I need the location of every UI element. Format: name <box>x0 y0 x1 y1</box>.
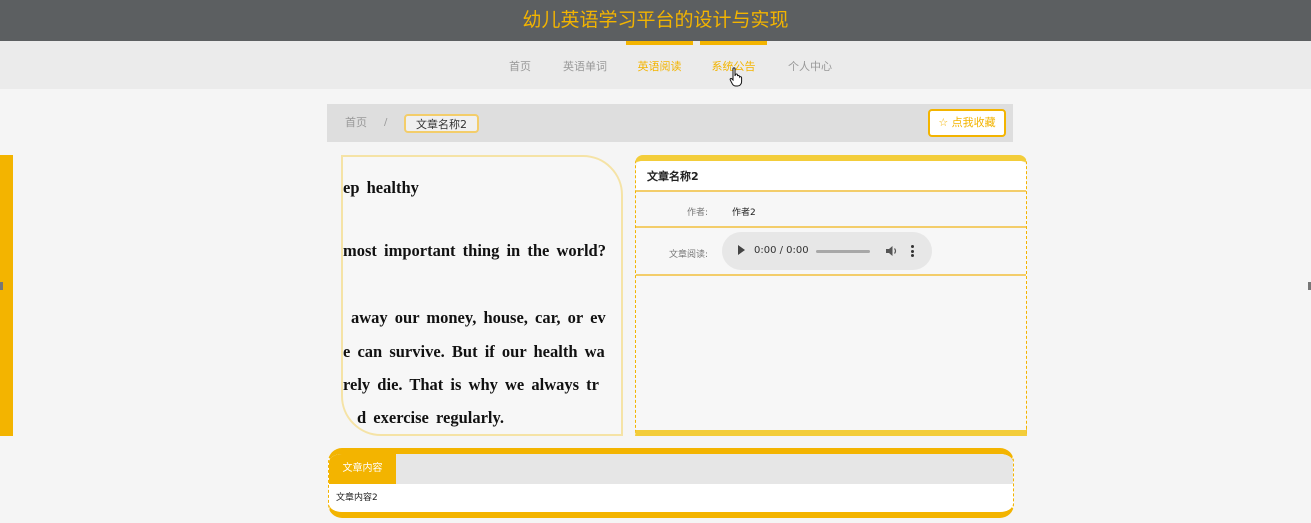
more-options-icon[interactable] <box>911 245 914 257</box>
image-text-line: e can survive. But if our health wa <box>343 342 605 361</box>
nav-item-home[interactable]: 首页 <box>500 41 540 89</box>
breadcrumb-home-link[interactable]: 首页 <box>345 104 367 142</box>
audio-time: 0:00 / 0:00 <box>754 245 809 256</box>
nav-item-profile[interactable]: 个人中心 <box>780 41 840 89</box>
breadcrumb-current: 文章名称2 <box>404 114 479 133</box>
tab-article-content[interactable]: 文章内容 <box>329 454 396 484</box>
nav-item-label: 英语阅读 <box>637 60 682 73</box>
nav-item-label: 首页 <box>509 60 531 73</box>
active-indicator <box>700 41 767 45</box>
main-nav: 首页 英语单词 英语阅读 系统公告 个人中心 <box>0 41 1311 89</box>
breadcrumb-separator: / <box>384 117 388 128</box>
image-text-line: d exercise regularly. <box>357 408 504 427</box>
author-label: 作者: <box>686 208 708 218</box>
breadcrumb: 首页 / 文章名称2 ☆ 点我收藏 <box>327 104 1013 142</box>
article-info-panel: 文章名称2 作者: 作者2 文章阅读: 0:00 / 0:00 <box>635 155 1027 436</box>
nav-item-label: 英语单词 <box>563 60 607 73</box>
play-icon[interactable] <box>738 245 745 255</box>
audio-player[interactable]: 0:00 / 0:00 <box>722 232 932 270</box>
left-accent-strip <box>0 155 13 436</box>
article-image: ep healthy most important thing in the w… <box>341 155 623 436</box>
nav-item-words[interactable]: 英语单词 <box>555 41 615 89</box>
audio-label: 文章阅读: <box>668 250 708 260</box>
site-title: 幼儿英语学习平台的设计与实现 <box>522 9 789 31</box>
author-value: 作者2 <box>732 208 756 218</box>
left-edge-marker <box>0 282 3 290</box>
article-content-section: 文章内容 文章内容2 <box>328 448 1014 518</box>
content-tabbar: 文章内容 <box>329 454 1013 484</box>
volume-icon[interactable] <box>885 244 899 258</box>
active-indicator <box>626 41 693 45</box>
top-header: 幼儿英语学习平台的设计与实现 <box>0 0 1311 41</box>
image-text-line: most important thing in the world? <box>343 241 606 260</box>
audio-progress-slider[interactable] <box>816 250 870 253</box>
author-row: 作者: 作者2 <box>636 194 1026 228</box>
nav-item-label: 个人中心 <box>788 60 832 73</box>
nav-item-reading[interactable]: 英语阅读 <box>626 41 693 89</box>
image-text-line: rely die. That is why we always tr <box>343 375 599 394</box>
image-text-line: away our money, house, car, or ev <box>351 308 606 327</box>
article-title: 文章名称2 <box>636 161 1026 192</box>
favorite-button[interactable]: ☆ 点我收藏 <box>928 109 1006 137</box>
hand-cursor-icon <box>729 67 743 87</box>
article-content-text: 文章内容2 <box>336 493 378 503</box>
audio-row: 文章阅读: 0:00 / 0:00 <box>636 228 1026 276</box>
image-text-line: ep healthy <box>343 178 419 197</box>
